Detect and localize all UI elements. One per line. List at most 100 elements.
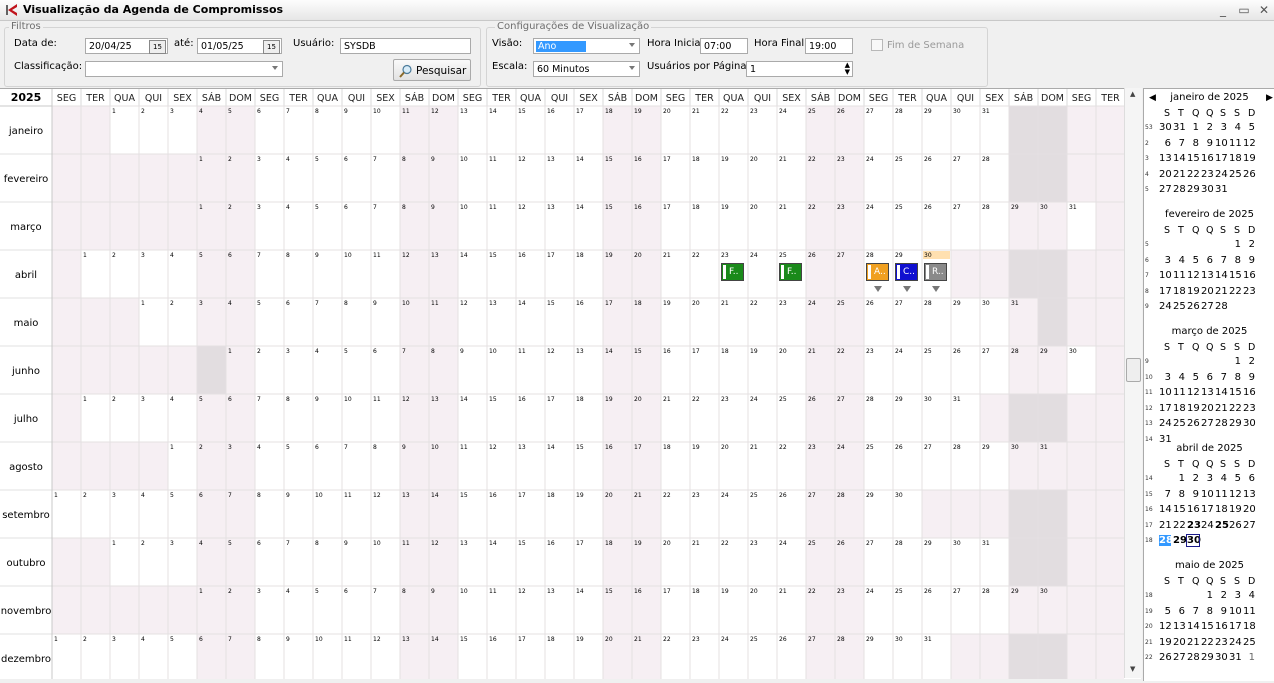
mini-day[interactable]: 25 [1229, 169, 1242, 180]
users-per-page-input[interactable]: 1 ▲ ▼ [746, 61, 853, 77]
mini-day[interactable]: 23 [1243, 286, 1256, 297]
mini-day[interactable]: 18 [1173, 286, 1186, 297]
mini-day[interactable]: 21 [1187, 637, 1200, 648]
more-events-icon[interactable] [903, 286, 911, 292]
end-hour-input[interactable]: 19:00 [805, 38, 853, 54]
mini-day[interactable]: 14 [1187, 621, 1200, 632]
mini-day[interactable]: 9 [1201, 138, 1213, 149]
mini-day[interactable]: 3 [1201, 473, 1213, 484]
mini-day[interactable]: 3 [1159, 372, 1171, 383]
calendar-icon[interactable]: 15 [263, 40, 280, 54]
date-from-input[interactable]: 20/04/25 15 [85, 38, 168, 54]
mini-day[interactable]: 28 [1173, 184, 1186, 195]
scroll-thumb[interactable] [1126, 358, 1141, 382]
mini-day[interactable]: 6 [1201, 372, 1213, 383]
mini-day[interactable]: 4 [1173, 372, 1185, 383]
scroll-up-icon[interactable]: ▲ [1130, 90, 1135, 98]
mini-day[interactable]: 1 [1229, 239, 1241, 250]
mini-day[interactable]: 19 [1187, 403, 1200, 414]
mini-day[interactable]: 29 [1173, 535, 1187, 546]
mini-day[interactable]: 22 [1187, 169, 1200, 180]
mini-day[interactable]: 4 [1173, 255, 1185, 266]
mini-day[interactable]: 30 [1186, 534, 1201, 547]
mini-day[interactable]: 10 [1215, 138, 1228, 149]
mini-day[interactable]: 12 [1229, 489, 1242, 500]
classification-select[interactable] [85, 61, 283, 77]
mini-day[interactable]: 13 [1173, 621, 1186, 632]
close-button[interactable]: ✕ [1254, 1, 1274, 19]
mini-day[interactable]: 1 [1187, 122, 1199, 133]
mini-day[interactable]: 4 [1243, 590, 1255, 601]
mini-day[interactable]: 8 [1173, 489, 1185, 500]
mini-day[interactable]: 21 [1215, 286, 1228, 297]
mini-day[interactable]: 12 [1159, 621, 1172, 632]
maximize-button[interactable]: ▭ [1234, 1, 1254, 19]
mini-day[interactable]: 27 [1159, 184, 1172, 195]
mini-day[interactable]: 9 [1243, 255, 1255, 266]
mini-day[interactable]: 28 [1215, 418, 1228, 429]
mini-day[interactable]: 12 [1187, 387, 1200, 398]
mini-day[interactable]: 30 [1243, 418, 1256, 429]
mini-day[interactable]: 6 [1243, 473, 1255, 484]
mini-day[interactable]: 16 [1243, 387, 1256, 398]
mini-day[interactable]: 13 [1201, 387, 1214, 398]
event-2[interactable]: A.. [866, 263, 889, 281]
mini-day[interactable]: 8 [1201, 606, 1213, 617]
mini-day[interactable]: 26 [1159, 652, 1172, 663]
mini-day[interactable]: 13 [1243, 489, 1256, 500]
mini-day[interactable]: 4 [1229, 122, 1241, 133]
mini-day[interactable]: 14 [1173, 153, 1186, 164]
view-select[interactable]: Ano [533, 38, 640, 54]
mini-day[interactable]: 23 [1201, 169, 1214, 180]
mini-day[interactable]: 11 [1243, 606, 1256, 617]
mini-day[interactable]: 3 [1215, 122, 1227, 133]
mini-day[interactable]: 22 [1229, 286, 1242, 297]
mini-day[interactable]: 4 [1215, 473, 1227, 484]
mini-day[interactable]: 19 [1243, 153, 1256, 164]
mini-day[interactable]: 5 [1159, 606, 1171, 617]
calendar-icon[interactable]: 15 [149, 40, 166, 54]
mini-day[interactable]: 20 [1201, 403, 1214, 414]
event-1[interactable]: F.. [779, 263, 802, 281]
more-events-icon[interactable] [932, 286, 940, 292]
mini-day[interactable]: 23 [1187, 520, 1201, 531]
mini-day[interactable]: 25 [1215, 520, 1229, 531]
mini-day[interactable]: 17 [1159, 403, 1172, 414]
mini-day[interactable]: 5 [1187, 255, 1199, 266]
mini-day[interactable]: 13 [1159, 153, 1172, 164]
mini-day[interactable]: 1 [1243, 652, 1255, 663]
mini-day[interactable]: 14 [1159, 504, 1172, 515]
event-4[interactable]: R.. [924, 263, 947, 281]
event-0[interactable]: F.. [721, 263, 744, 281]
mini-day[interactable]: 21 [1159, 520, 1172, 531]
mini-day[interactable]: 24 [1159, 301, 1172, 312]
mini-day[interactable]: 7 [1173, 138, 1185, 149]
mini-day[interactable]: 10 [1159, 387, 1172, 398]
mini-day[interactable]: 27 [1243, 520, 1256, 531]
mini-day[interactable]: 29 [1201, 652, 1214, 663]
mini-day[interactable]: 20 [1173, 637, 1186, 648]
spinner-icon[interactable]: ▲ ▼ [845, 62, 850, 76]
grid-scrollbar[interactable]: ▲ ▼ [1124, 88, 1142, 678]
mini-day[interactable]: 31 [1173, 122, 1186, 133]
mini-day[interactable]: 24 [1159, 418, 1172, 429]
mini-day[interactable]: 28 [1215, 301, 1228, 312]
user-input[interactable]: SYSDB [340, 38, 471, 54]
mini-day[interactable]: 26 [1187, 418, 1200, 429]
mini-day[interactable]: 2 [1215, 590, 1227, 601]
mini-day[interactable]: 16 [1243, 270, 1256, 281]
mini-day[interactable]: 14 [1215, 387, 1228, 398]
mini-day[interactable]: 19 [1229, 504, 1242, 515]
mini-day[interactable]: 15 [1201, 621, 1214, 632]
mini-day[interactable]: 5 [1243, 122, 1255, 133]
mini-day[interactable]: 30 [1159, 122, 1172, 133]
mini-day[interactable]: 7 [1159, 489, 1171, 500]
more-events-icon[interactable] [874, 286, 882, 292]
mini-day[interactable]: 30 [1215, 652, 1228, 663]
mini-day[interactable]: 29 [1229, 418, 1242, 429]
mini-day[interactable]: 13 [1201, 270, 1214, 281]
mini-day[interactable]: 17 [1229, 621, 1242, 632]
mini-day[interactable]: 17 [1159, 286, 1172, 297]
mini-day[interactable]: 6 [1201, 255, 1213, 266]
mini-day[interactable]: 18 [1215, 504, 1228, 515]
